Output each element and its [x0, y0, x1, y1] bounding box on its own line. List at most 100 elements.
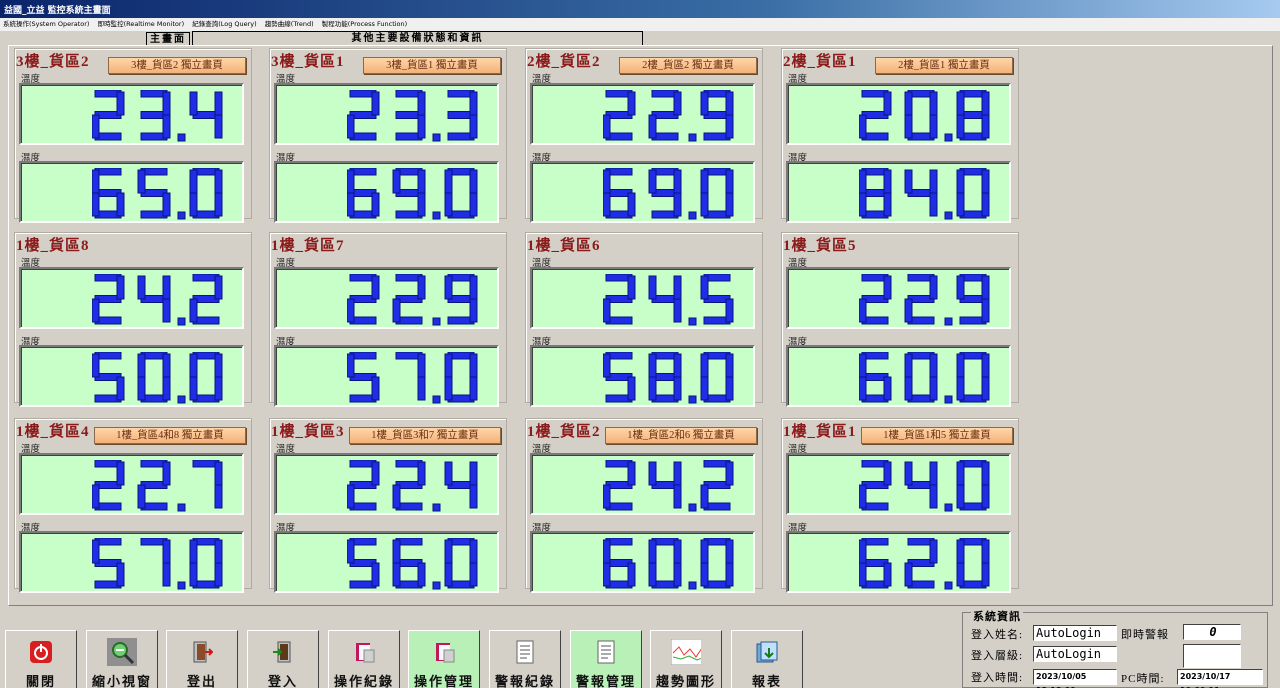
toolbar-button-label: 趨勢圖形 [655, 674, 716, 688]
zone-title: 1樓_貨區6 [527, 238, 601, 254]
temperature-display: 22.9 [274, 267, 499, 329]
realtime-alarm-count: 0 [1183, 624, 1241, 640]
menu-system-operator[interactable]: 系統操作(System Operator) [0, 18, 92, 31]
menu-log-query[interactable]: 紀錄查詢(Log Query) [189, 18, 260, 31]
humidity-display: 62.0 [786, 531, 1011, 593]
zone-panel: 1樓_貨區7溫度 22.9 濕度 57.0 [269, 232, 507, 407]
system-info-header: 系統資訊 [971, 608, 1023, 624]
tab-other-equipment[interactable]: 其他主要設備狀態和資訊 [192, 31, 643, 45]
toolbar-button-label: 登出 [186, 674, 217, 688]
power-icon [26, 639, 56, 665]
zone-title: 1樓_貨區7 [271, 238, 345, 254]
toolbar-button[interactable]: 警報紀錄 [489, 630, 561, 688]
zone-title: 1樓_貨區1 [783, 424, 857, 440]
humidity-display: 50.0 [19, 345, 244, 407]
zone-popup-button[interactable]: 2樓_貨區1 獨立畫頁 [875, 57, 1013, 74]
zone-title: 1樓_貨區5 [783, 238, 857, 254]
window-title: 益國_立益 監控系統主畫面 [4, 6, 111, 16]
zone-panel: 3樓_貨區23樓_貨區2 獨立畫頁溫度 23.4 濕度 65.0 [14, 48, 252, 223]
toolbar-button-label: 警報管理 [575, 674, 636, 688]
tab-bar: 主畫面 其他主要設備狀態和資訊 [0, 31, 1280, 45]
toolbar-button-label: 登入 [267, 674, 298, 688]
temperature-display: 23.4 [19, 83, 244, 145]
zone-popup-button[interactable]: 3樓_貨區2 獨立畫頁 [108, 57, 246, 74]
temperature-display: 24.2 [19, 267, 244, 329]
menu-realtime-monitor[interactable]: 即時監控(Realtime Monitor) [95, 18, 188, 31]
humidity-display: 60.0 [530, 531, 755, 593]
temperature-display: 24.2 [530, 453, 755, 515]
humidity-display: 57.0 [19, 531, 244, 593]
login-time-value: 2023/10/05 13:18:09 [1033, 669, 1117, 688]
toolbar-button-label: 警報紀錄 [494, 674, 555, 688]
toolbar-button[interactable]: 縮小視窗 [86, 630, 158, 688]
humidity-display: 69.0 [530, 161, 755, 223]
login-name-value: AutoLogin [1033, 625, 1117, 641]
zone-popup-button[interactable]: 2樓_貨區2 獨立畫頁 [619, 57, 757, 74]
zone-panel: 1樓_貨區6溫度 24.5 濕度 58.0 [525, 232, 763, 407]
zone-title: 1樓_貨區3 [271, 424, 345, 440]
zone-popup-button[interactable]: 1樓_貨區1和5 獨立畫頁 [861, 427, 1013, 444]
temperature-display: 22.7 [19, 453, 244, 515]
humidity-display: 57.0 [274, 345, 499, 407]
zone-panel: 3樓_貨區13樓_貨區1 獨立畫頁溫度 23.3 濕度 69.0 [269, 48, 507, 223]
zone-panel: 1樓_貨區5溫度 22.9 濕度 60.0 [781, 232, 1019, 407]
zone-popup-button[interactable]: 1樓_貨區2和6 獨立畫頁 [605, 427, 757, 444]
book-icon [429, 639, 459, 665]
toolbar-button[interactable]: 操作管理 [408, 630, 480, 688]
zoom-out-icon [107, 638, 137, 666]
book-icon [349, 639, 379, 665]
login-level-value: AutoLogin [1033, 646, 1117, 662]
zone-title: 3樓_貨區1 [271, 54, 345, 70]
menu-bar: 系統操作(System Operator) 即時監控(Realtime Moni… [0, 18, 1280, 31]
document-icon [591, 639, 621, 665]
title-bar: 益國_立益 監控系統主畫面 [0, 0, 1280, 18]
humidity-display: 84.0 [786, 161, 1011, 223]
zone-popup-button[interactable]: 3樓_貨區1 獨立畫頁 [363, 57, 501, 74]
temperature-display: 24.0 [786, 453, 1011, 515]
temperature-display: 22.9 [786, 267, 1011, 329]
zone-popup-button[interactable]: 1樓_貨區4和8 獨立畫頁 [94, 427, 246, 444]
zone-popup-button[interactable]: 1樓_貨區3和7 獨立畫頁 [349, 427, 501, 444]
zone-title: 2樓_貨區2 [527, 54, 601, 70]
login-level-label: 登入層級: [971, 650, 1024, 662]
zone-title: 2樓_貨區1 [783, 54, 857, 70]
toolbar-button-label: 縮小視窗 [91, 674, 152, 688]
zone-title: 3樓_貨區2 [16, 54, 90, 70]
humidity-display: 56.0 [274, 531, 499, 593]
report-icon [752, 639, 782, 665]
temperature-display: 22.9 [530, 83, 755, 145]
toolbar-button[interactable]: 登入 [247, 630, 319, 688]
temperature-display: 23.3 [274, 83, 499, 145]
login-door-icon [268, 639, 298, 665]
menu-trend[interactable]: 趨勢曲線(Trend) [262, 18, 317, 31]
zone-panel: 1樓_貨區11樓_貨區1和5 獨立畫頁溫度 24.0 濕度 62.0 [781, 418, 1019, 593]
main-panel: 3樓_貨區23樓_貨區2 獨立畫頁溫度 23.4 濕度 65.0 3樓_貨區13… [8, 45, 1273, 606]
zone-panel: 1樓_貨區41樓_貨區4和8 獨立畫頁溫度 22.7 濕度 57.0 [14, 418, 252, 593]
zone-panel: 1樓_貨區8溫度 24.2 濕度 50.0 [14, 232, 252, 407]
temperature-display: 24.5 [530, 267, 755, 329]
temperature-display: 22.4 [274, 453, 499, 515]
toolbar-button[interactable]: 報表 [731, 630, 803, 688]
humidity-display: 58.0 [530, 345, 755, 407]
toolbar-button[interactable]: 登出 [166, 630, 238, 688]
toolbar-button[interactable]: 趨勢圖形 [650, 630, 722, 688]
zone-title: 1樓_貨區2 [527, 424, 601, 440]
alarm-message-box [1183, 644, 1241, 668]
realtime-alarm-label: 即時警報 [1121, 629, 1169, 641]
toolbar-button[interactable]: 警報管理 [570, 630, 642, 688]
pc-time-value: 2023/10/17 10:00:11 [1177, 669, 1263, 688]
zone-panel: 1樓_貨區31樓_貨區3和7 獨立畫頁溫度 22.4 濕度 56.0 [269, 418, 507, 593]
menu-process-function[interactable]: 製程功能(Process Function) [319, 18, 410, 31]
toolbar-button[interactable]: 操作紀錄 [328, 630, 400, 688]
document-icon [510, 639, 540, 665]
logout-door-icon [187, 639, 217, 665]
zone-title: 1樓_貨區8 [16, 238, 90, 254]
toolbar-button-label: 關閉 [25, 674, 56, 688]
tab-main-screen[interactable]: 主畫面 [146, 32, 190, 45]
toolbar-button-label: 報表 [751, 674, 782, 688]
system-info-panel: 系統資訊 登入姓名: AutoLogin 登入層級: AutoLogin 登入時… [962, 608, 1268, 688]
temperature-display: 20.8 [786, 83, 1011, 145]
pc-time-label: PC時間: [1121, 673, 1165, 685]
toolbar-button[interactable]: 關閉 [5, 630, 77, 688]
toolbar-button-label: 操作管理 [413, 674, 474, 688]
